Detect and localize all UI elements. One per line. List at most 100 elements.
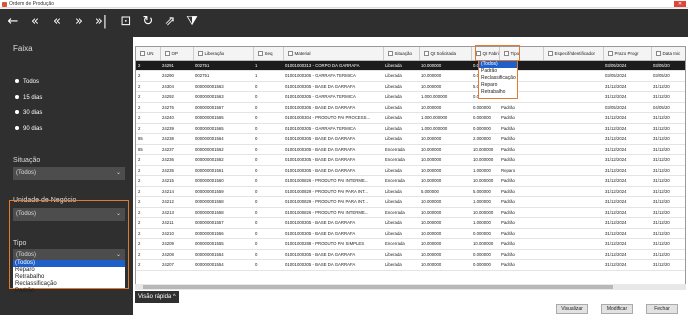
- table-cell: 2: [136, 60, 160, 71]
- table-cell: 10.000000: [419, 133, 471, 145]
- table-row[interactable]: 2 24240 000000001565 0 01001000304 - PRODUTO…: [136, 112, 685, 124]
- table-row[interactable]: 2 24276 000000001567 0 01001000305 - BASE DA…: [136, 102, 685, 113]
- fechar-button[interactable]: Fechar: [646, 304, 678, 314]
- table-cell: Padrão: [499, 112, 543, 124]
- dropdown-option[interactable]: Reclassificação: [13, 281, 125, 288]
- table-row[interactable]: 2 24292 000000001563 0 01001000305 - GARRAFA…: [136, 91, 685, 103]
- column-header[interactable]: Situação: [383, 47, 420, 61]
- table-cell: Padrão: [499, 144, 543, 155]
- column-header[interactable]: Seq: [253, 47, 284, 61]
- table-cell: 31/12/20: [651, 228, 685, 239]
- table-row[interactable]: 2 24236 000000001562 0 01001000305 - BASE DA…: [136, 154, 685, 166]
- filter-icon: [607, 50, 613, 56]
- period-radio-30[interactable]: 30 dias: [15, 110, 42, 116]
- table-row[interactable]: 2 24215 000000001560 0 01001000826 - PRODUTO…: [136, 175, 685, 187]
- dropdown-option[interactable]: Padrão: [13, 288, 125, 295]
- dropdown-option[interactable]: (Todos): [13, 260, 125, 267]
- dropdown-option[interactable]: Reclassificação: [479, 75, 517, 82]
- refresh-icon[interactable]: ↻: [139, 13, 157, 31]
- visualizar-button[interactable]: Visualizar: [556, 304, 588, 314]
- table-cell: 24208: [160, 249, 193, 260]
- table-cell: Padrão: [499, 196, 543, 208]
- column-header[interactable]: Qt Solicitada: [419, 47, 472, 61]
- column-header[interactable]: Prazo Progr: [603, 47, 652, 61]
- dropdown-option[interactable]: (Todos): [479, 61, 517, 68]
- table-row[interactable]: 2 24210 000000001556 0 01001000305 - BASE DA…: [136, 228, 685, 239]
- period-radio-90[interactable]: 90 dias: [15, 126, 42, 132]
- horizontal-scrollbar[interactable]: [135, 284, 686, 290]
- table-cell: 000000001558: [193, 196, 253, 208]
- table-cell: Liberada: [383, 249, 419, 260]
- table-row[interactable]: 2 24213 000000001558 0 01001000826 - PRODUTO…: [136, 207, 685, 218]
- table-row[interactable]: 2 24291 002751 1 01001000313 - CORPO DA GARR…: [136, 60, 685, 71]
- tipo-column-highlight: [475, 45, 520, 61]
- quick-view-tab[interactable]: Visão rápida ^: [135, 291, 179, 303]
- first-icon[interactable]: «: [26, 13, 44, 31]
- column-header[interactable]: UN: [136, 47, 161, 61]
- table-cell: 2: [136, 70, 160, 82]
- table-row[interactable]: 2 24212 000000001558 0 01001000829 - PRODUTO…: [136, 196, 685, 208]
- scroll-thumb[interactable]: [143, 285, 613, 289]
- table-row[interactable]: 2 24239 000000001565 0 01001000305 - GARRAFA…: [136, 123, 685, 134]
- dropdown-option[interactable]: Retrabalho: [13, 274, 125, 281]
- table-cell: 31/12/20: [651, 238, 685, 250]
- period-radio-15[interactable]: 15 dias: [15, 95, 42, 101]
- table-cell: Padrão: [499, 217, 543, 229]
- table-cell: Liberada: [383, 81, 419, 92]
- data-grid[interactable]: UN OP Liberação Seq Material Situação Qt Solic…: [135, 46, 686, 290]
- table-row[interactable]: 2 24214 000000001559 0 01001000829 - PRODUTO…: [136, 186, 685, 197]
- table-cell: 24276: [160, 102, 193, 113]
- table-cell: 24292: [160, 91, 193, 103]
- table-cell: 01001000304 - PRODUTO PAI PROCESS...: [283, 112, 383, 124]
- situacao-select[interactable]: (Todos) ⌄: [13, 167, 125, 180]
- dropdown-option[interactable]: Retrabalho: [479, 89, 517, 96]
- table-cell: 31/12/20: [651, 186, 685, 197]
- main-panel: UN OP Liberação Seq Material Situação Qt Solic…: [133, 37, 688, 315]
- dropdown-option[interactable]: Reparo: [13, 267, 125, 274]
- prev-icon[interactable]: «: [48, 13, 66, 31]
- column-header[interactable]: Especif/Identificador: [543, 47, 604, 61]
- column-header[interactable]: OP: [160, 47, 194, 61]
- table-cell: [543, 123, 603, 134]
- modificar-button[interactable]: Modificar: [601, 304, 633, 314]
- column-header[interactable]: Material: [283, 47, 384, 61]
- table-cell: 01001000305 - BASE DA GARRAFA: [283, 144, 383, 155]
- table-row[interactable]: 85 24238 000000001564 0 01001000305 - BASE D…: [136, 133, 685, 145]
- period-radio-todos[interactable]: Todos: [15, 79, 39, 85]
- table-cell: 002751: [193, 60, 253, 71]
- save-icon[interactable]: ⊡: [117, 13, 135, 31]
- dropdown-option[interactable]: Reparo: [479, 82, 517, 89]
- table-row[interactable]: 2 24235 000000001561 0 01001000305 - BASE DA…: [136, 165, 685, 176]
- tipo-dropdown-list[interactable]: (Todos) Reparo Retrabalho Reclassificação Pa…: [13, 260, 125, 294]
- table-cell: Padrão: [499, 249, 543, 260]
- tipo-filter-dropdown[interactable]: (Todos) Padrão Reclassificação Reparo Retrab…: [478, 60, 518, 99]
- table-row[interactable]: 2 24304 000000001563 0 01001000305 - BASE DA…: [136, 81, 685, 92]
- table-row[interactable]: 2 24207 000000001554 0 01001000305 - BASE DA…: [136, 259, 685, 271]
- table-cell: 0: [253, 165, 283, 176]
- table-row[interactable]: 85 24237 000000001562 0 01001000305 - BASE D…: [136, 144, 685, 155]
- table-cell: 2: [136, 186, 160, 197]
- table-row[interactable]: 2 24209 000000001555 0 01001000288 - PRODUTO…: [136, 238, 685, 250]
- table-row[interactable]: 2 24290 002751 1 01001000305 - GARRAFA TERMI…: [136, 70, 685, 82]
- column-header[interactable]: Data Inic: [651, 47, 685, 61]
- table-cell: 31/12/2024: [603, 196, 651, 208]
- next-icon[interactable]: »: [70, 13, 88, 31]
- table-cell: [543, 60, 603, 71]
- dropdown-option[interactable]: Padrão: [479, 68, 517, 75]
- table-cell: 0: [253, 144, 283, 155]
- table-cell: [543, 70, 603, 82]
- close-button[interactable]: ✕: [674, 1, 686, 7]
- table-row[interactable]: 2 24211 000000001557 0 01001000305 - BASE DA…: [136, 217, 685, 229]
- table-cell: 24209: [160, 238, 193, 250]
- table-cell: 10.000000: [471, 154, 499, 166]
- filter-icon[interactable]: ⧩: [183, 13, 201, 31]
- table-cell: 002751: [193, 70, 253, 82]
- table-cell: 31/12/2024: [603, 165, 651, 176]
- back-arrow-icon[interactable]: ←: [4, 13, 22, 31]
- export-icon[interactable]: ⇗: [161, 13, 179, 31]
- table-cell: 000000001563: [193, 81, 253, 92]
- table-row[interactable]: 2 24208 000000001554 0 01001000305 - BASE DA…: [136, 249, 685, 260]
- last-icon[interactable]: »|: [92, 13, 110, 31]
- table-cell: Padrão: [499, 123, 543, 134]
- column-header[interactable]: Liberação: [193, 47, 254, 61]
